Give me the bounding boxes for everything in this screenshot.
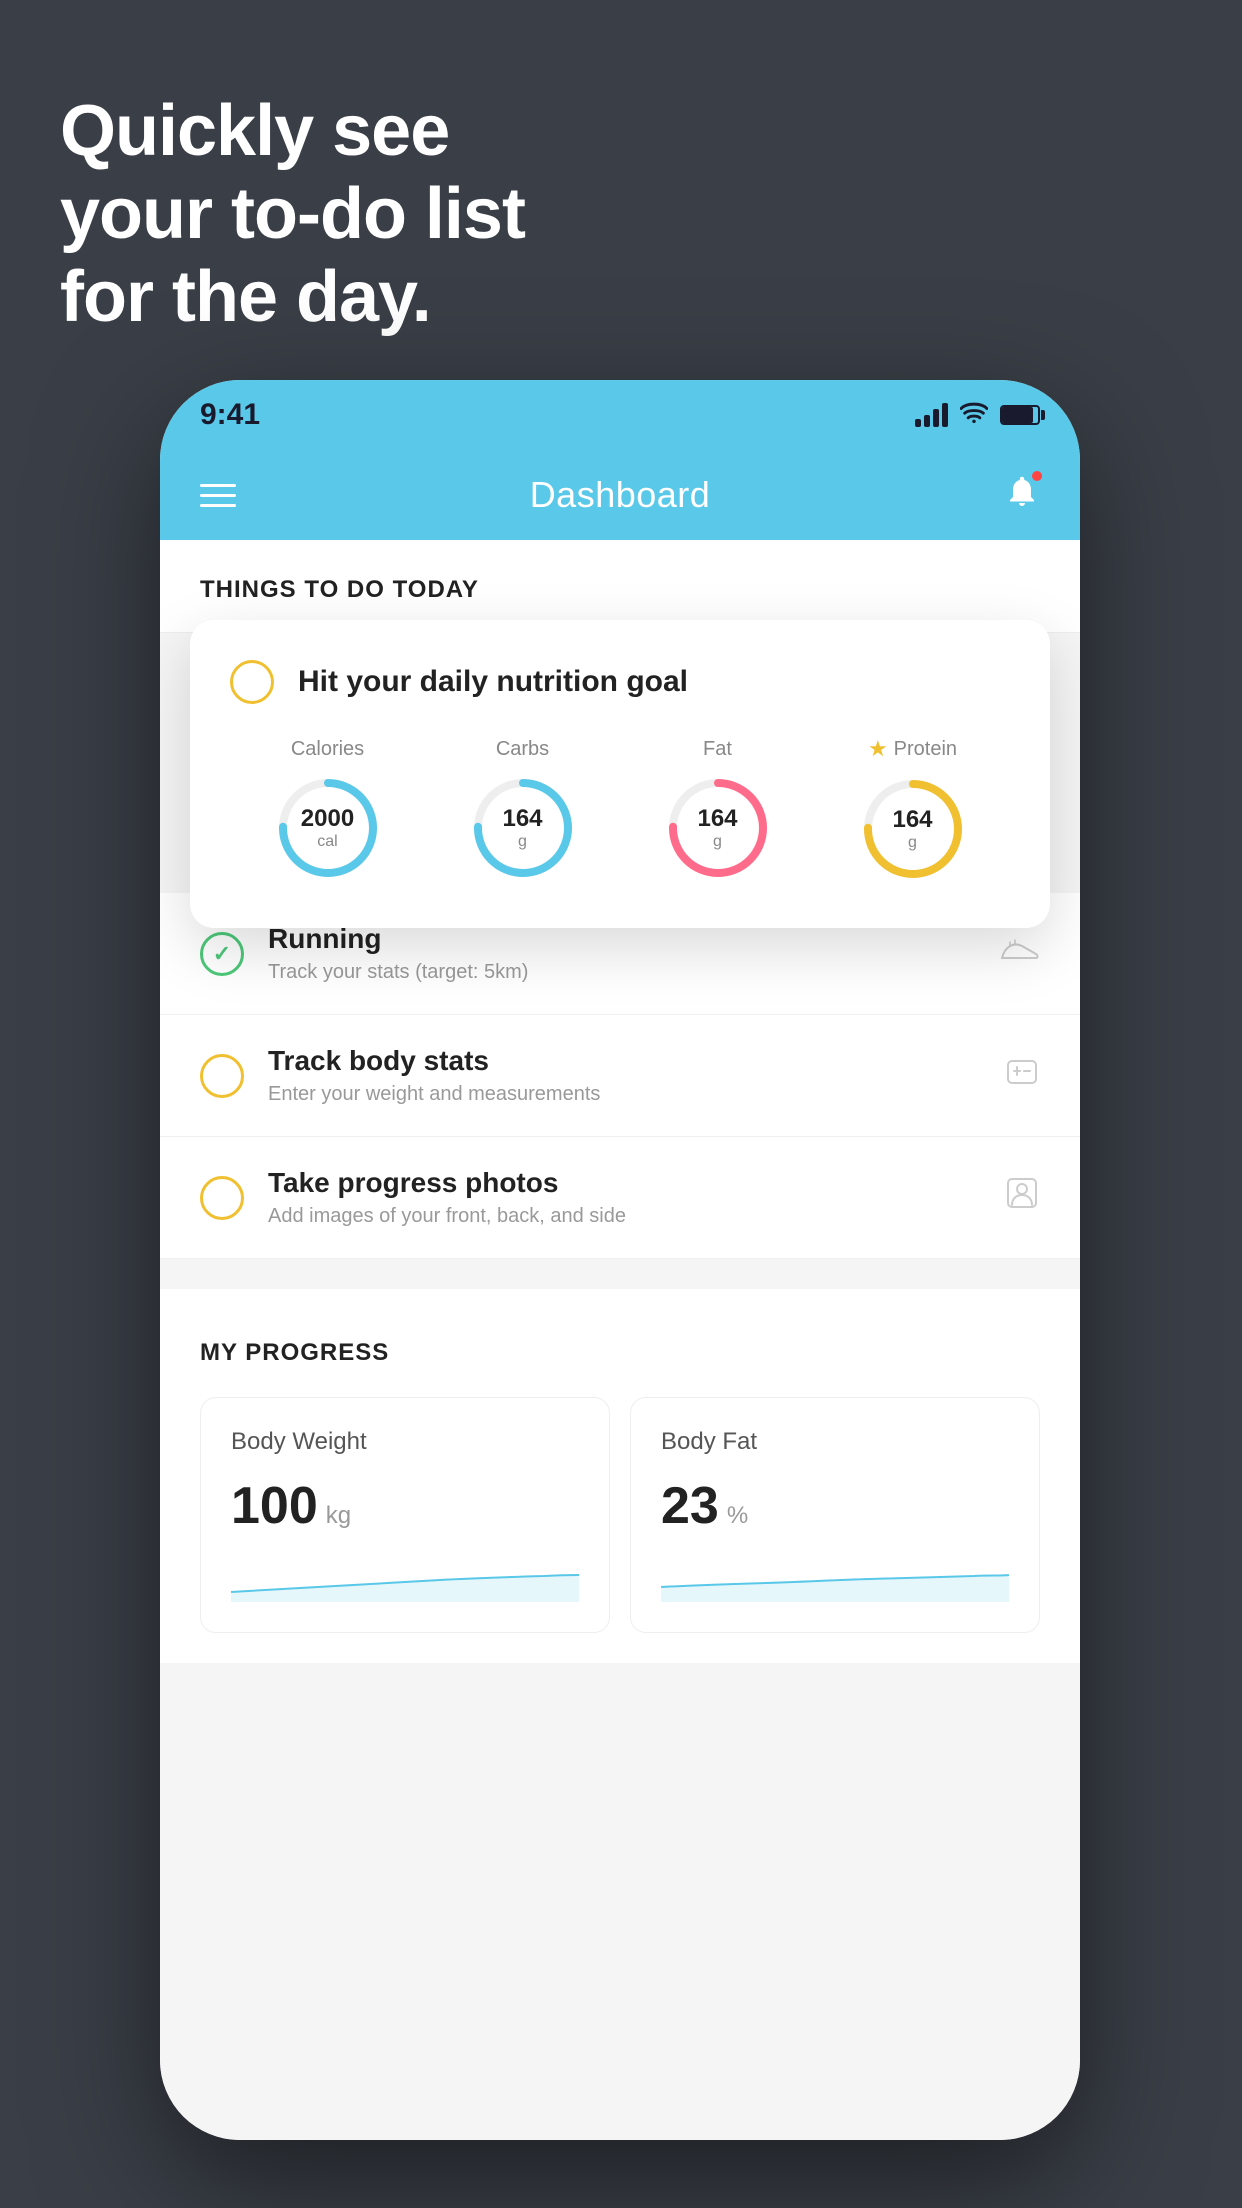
phone-content: THINGS TO DO TODAY Hit your daily nutrit… [160, 540, 1080, 2140]
running-check-circle: ✓ [200, 932, 244, 976]
fat-unit: g [697, 833, 737, 851]
notification-bell-button[interactable] [1004, 473, 1040, 517]
body-stats-text: Track body stats Enter your weight and m… [268, 1045, 980, 1106]
hero-line2: your to-do list [60, 174, 525, 254]
protein-value: 164 [892, 806, 932, 834]
protein-label: ★ Protein [868, 736, 957, 762]
calories-unit: cal [301, 833, 354, 851]
status-icons [915, 401, 1040, 429]
running-text: Running Track your stats (target: 5km) [268, 923, 976, 984]
todo-item-body-stats[interactable]: Track body stats Enter your weight and m… [160, 1015, 1080, 1137]
nutrition-item-fat: Fat 164 g [663, 738, 773, 883]
body-fat-value: 23 [661, 1476, 719, 1536]
body-stats-title: Track body stats [268, 1045, 980, 1077]
photos-check-circle [200, 1176, 244, 1220]
wifi-icon [960, 401, 988, 429]
body-stats-check-circle [200, 1054, 244, 1098]
nutrition-card-header: Hit your daily nutrition goal [230, 660, 1010, 704]
menu-icon[interactable] [200, 484, 236, 507]
progress-cards: Body Weight 100 kg Body Fat [200, 1397, 1040, 1633]
person-icon [1004, 1175, 1040, 1220]
hero-line3: for the day. [60, 257, 431, 337]
carbs-label: Carbs [496, 738, 549, 761]
body-fat-chart [661, 1552, 1009, 1602]
notification-dot [1030, 469, 1044, 483]
body-fat-label: Body Fat [661, 1428, 1009, 1456]
body-weight-card[interactable]: Body Weight 100 kg [200, 1397, 610, 1633]
photos-subtitle: Add images of your front, back, and side [268, 1205, 980, 1228]
body-weight-label: Body Weight [231, 1428, 579, 1456]
nutrition-item-carbs: Carbs 164 g [468, 738, 578, 883]
nutrition-item-protein: ★ Protein 164 g [858, 736, 968, 884]
body-stats-subtitle: Enter your weight and measurements [268, 1083, 980, 1106]
fat-value: 164 [697, 805, 737, 833]
body-weight-value: 100 [231, 1476, 318, 1536]
nutrition-card-title: Hit your daily nutrition goal [298, 665, 688, 699]
nutrition-check-circle[interactable] [230, 660, 274, 704]
running-subtitle: Track your stats (target: 5km) [268, 961, 976, 984]
shoe-icon [1000, 933, 1040, 975]
todo-item-photos[interactable]: Take progress photos Add images of your … [160, 1137, 1080, 1259]
status-bar: 9:41 [160, 380, 1080, 450]
app-bar: Dashboard [160, 450, 1080, 540]
body-fat-value-row: 23 % [661, 1476, 1009, 1536]
photos-title: Take progress photos [268, 1167, 980, 1199]
status-time: 9:41 [200, 398, 260, 432]
body-weight-chart [231, 1552, 579, 1602]
scale-icon [1004, 1053, 1040, 1098]
checkmark-icon: ✓ [213, 941, 231, 967]
body-weight-value-row: 100 kg [231, 1476, 579, 1536]
nutrition-card[interactable]: Hit your daily nutrition goal Calories 2… [190, 620, 1050, 928]
nutrition-circles: Calories 2000 cal Carbs [230, 736, 1010, 884]
carbs-ring: 164 g [468, 773, 578, 883]
battery-icon [1000, 405, 1040, 425]
fat-label: Fat [703, 738, 732, 761]
calories-label: Calories [291, 738, 364, 761]
protein-unit: g [892, 834, 932, 852]
calories-ring: 2000 cal [273, 773, 383, 883]
things-today-title: THINGS TO DO TODAY [200, 576, 479, 603]
app-title: Dashboard [530, 474, 711, 516]
hero-heading: Quickly see your to-do list for the day. [60, 90, 525, 338]
carbs-value: 164 [502, 805, 542, 833]
todo-list: ✓ Running Track your stats (target: 5km) [160, 893, 1080, 1259]
protein-ring: 164 g [858, 774, 968, 884]
body-fat-card[interactable]: Body Fat 23 % [630, 1397, 1040, 1633]
fat-ring: 164 g [663, 773, 773, 883]
photos-text: Take progress photos Add images of your … [268, 1167, 980, 1228]
body-fat-unit: % [727, 1502, 748, 1530]
signal-bars-icon [915, 403, 948, 427]
progress-section: MY PROGRESS Body Weight 100 kg [160, 1289, 1080, 1663]
calories-value: 2000 [301, 805, 354, 833]
bell-icon [1004, 480, 1040, 516]
body-weight-unit: kg [326, 1502, 351, 1530]
progress-title: MY PROGRESS [200, 1339, 1040, 1367]
phone-frame: 9:41 Dashboard [160, 380, 1080, 2140]
carbs-unit: g [502, 833, 542, 851]
nutrition-item-calories: Calories 2000 cal [273, 738, 383, 883]
star-icon: ★ [868, 736, 888, 762]
hero-line1: Quickly see [60, 91, 449, 171]
